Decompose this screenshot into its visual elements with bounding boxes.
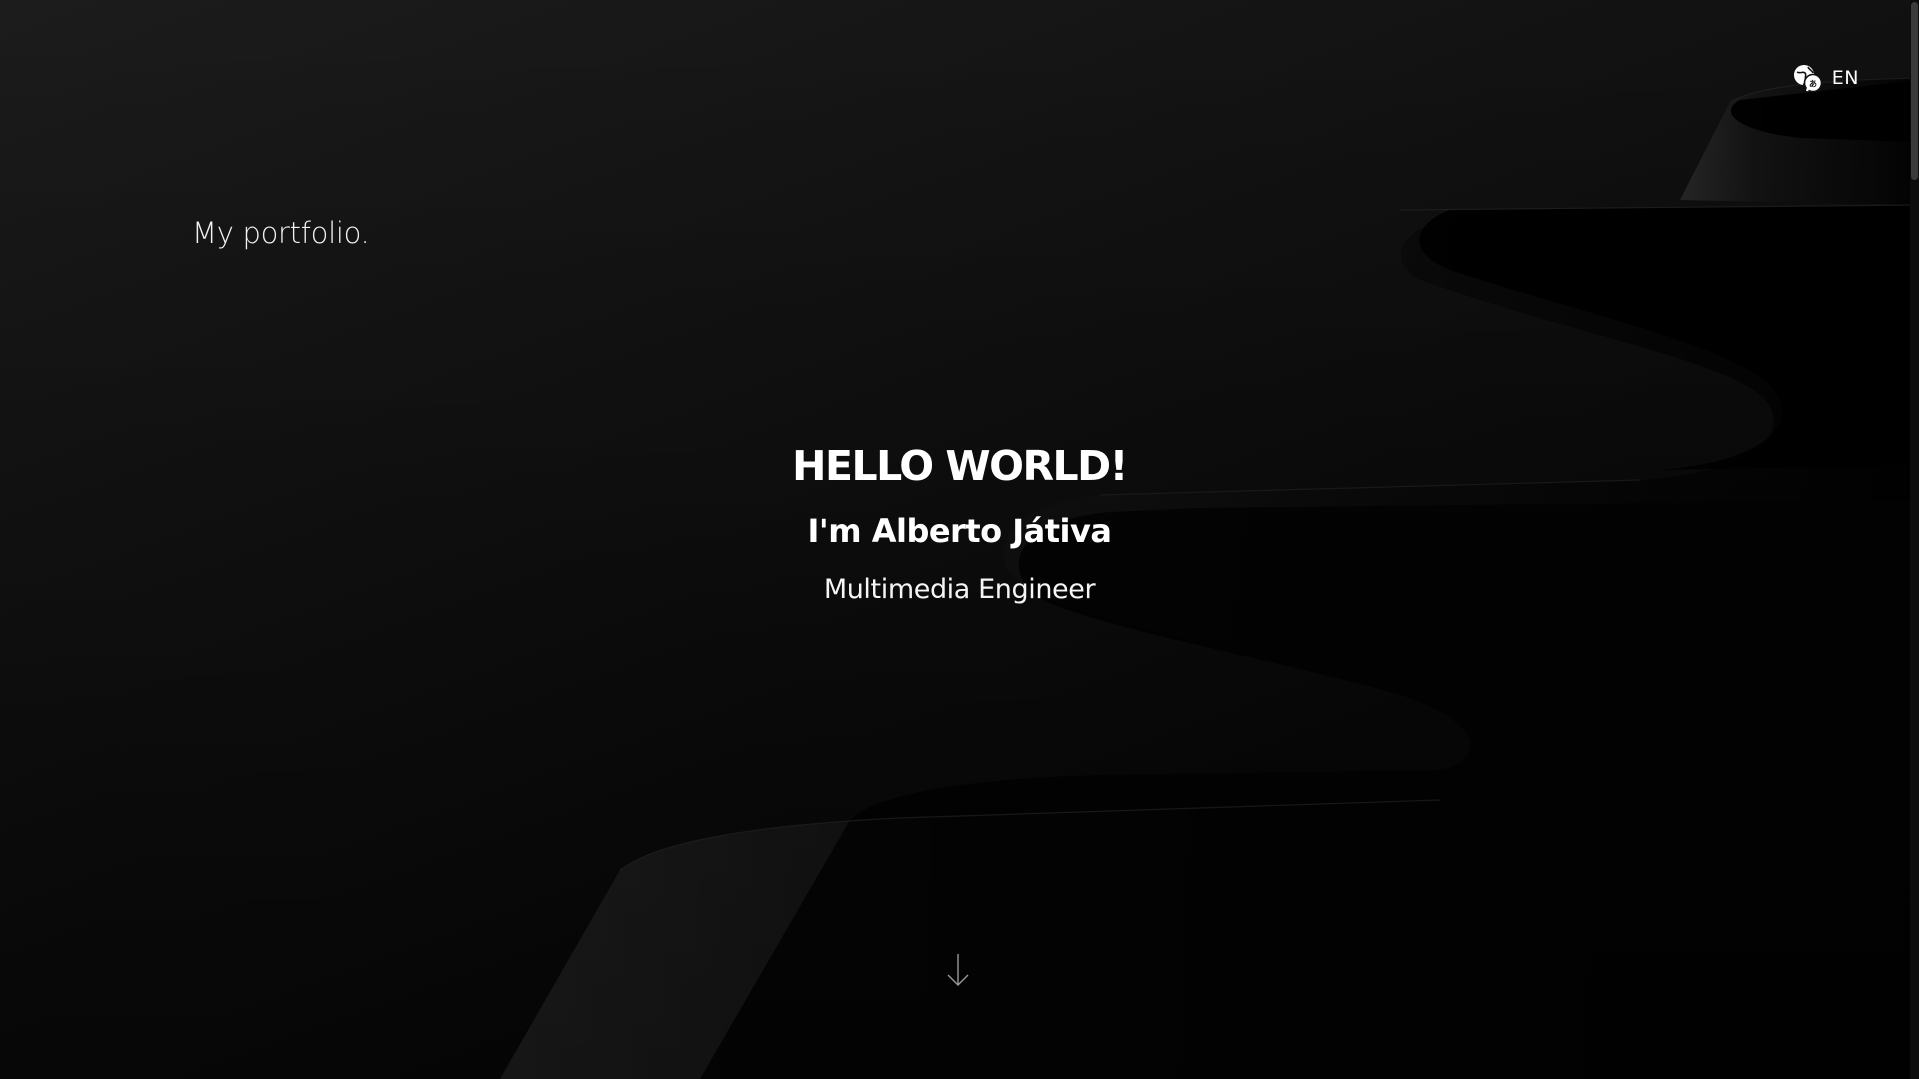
- scrollbar-thumb[interactable]: [1911, 2, 1918, 180]
- site-brand[interactable]: My portfolio.: [192, 216, 370, 250]
- hero-role: Multimedia Engineer: [823, 574, 1096, 605]
- hero-name: I'm Alberto Játiva: [807, 512, 1112, 550]
- hero-section: HELLO WORLD! I'm Alberto Játiva Multimed…: [0, 440, 1919, 608]
- arrow-down-icon[interactable]: [945, 952, 971, 988]
- portfolio-page: あ EN My portfolio. HELLO WORLD! I'm Albe…: [0, 0, 1919, 1079]
- language-label: EN: [1831, 67, 1859, 89]
- hero-title: HELLO WORLD!: [792, 442, 1128, 490]
- translate-icon: あ: [1793, 65, 1823, 93]
- language-switch[interactable]: あ EN: [1791, 62, 1859, 94]
- svg-text:あ: あ: [1809, 80, 1817, 89]
